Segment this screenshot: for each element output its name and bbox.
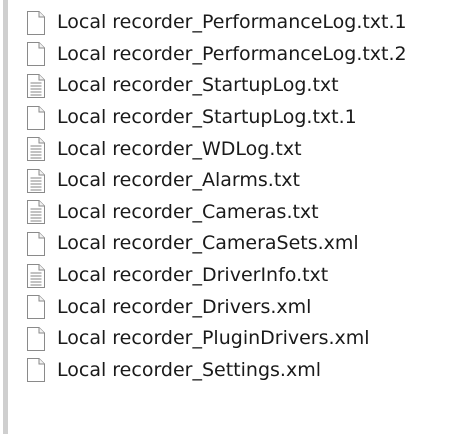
file-name: Local recorder_PluginDrivers.xml [57,327,370,350]
file-name: Local recorder_Settings.xml [57,358,321,381]
file-item[interactable]: Local recorder_Alarms.txt [26,165,407,197]
file-item[interactable]: Local recorder_PluginDrivers.xml [26,323,407,355]
text-file-icon [27,263,45,288]
blank-file-icon [27,295,45,320]
file-item[interactable]: Local recorder_DriverInfo.txt [26,260,407,292]
file-item[interactable]: Local recorder_PerformanceLog.txt.1 [26,7,407,39]
file-name: Local recorder_CameraSets.xml [57,232,359,255]
left-pane-divider [3,0,8,434]
file-item[interactable]: Local recorder_WDLog.txt [26,133,407,165]
file-name: Local recorder_Drivers.xml [57,295,312,318]
text-file-icon [27,168,45,193]
file-name: Local recorder_WDLog.txt [57,137,302,160]
file-item[interactable]: Local recorder_CameraSets.xml [26,228,407,260]
blank-file-icon [27,326,45,351]
file-name: Local recorder_PerformanceLog.txt.2 [57,42,407,65]
file-item[interactable]: Local recorder_Settings.xml [26,355,407,387]
file-name: Local recorder_StartupLog.txt.1 [57,106,357,129]
file-item[interactable]: Local recorder_StartupLog.txt [26,70,407,102]
file-name: Local recorder_Cameras.txt [57,200,319,223]
file-item[interactable]: Local recorder_Cameras.txt [26,197,407,229]
file-item[interactable]: Local recorder_Drivers.xml [26,291,407,323]
blank-file-icon [27,358,45,383]
file-name: Local recorder_Alarms.txt [57,169,300,192]
blank-file-icon [27,231,45,256]
file-name: Local recorder_StartupLog.txt [57,74,339,97]
file-item[interactable]: Local recorder_StartupLog.txt.1 [26,102,407,134]
blank-file-icon [27,10,45,35]
text-file-icon [27,73,45,98]
file-list: Local recorder_PerformanceLog.txt.1 Loca… [26,7,407,386]
file-item[interactable]: Local recorder_PerformanceLog.txt.2 [26,39,407,71]
blank-file-icon [27,105,45,130]
blank-file-icon [27,42,45,67]
file-name: Local recorder_PerformanceLog.txt.1 [57,11,407,34]
text-file-icon [27,200,45,225]
file-name: Local recorder_DriverInfo.txt [57,264,329,287]
text-file-icon [27,137,45,162]
